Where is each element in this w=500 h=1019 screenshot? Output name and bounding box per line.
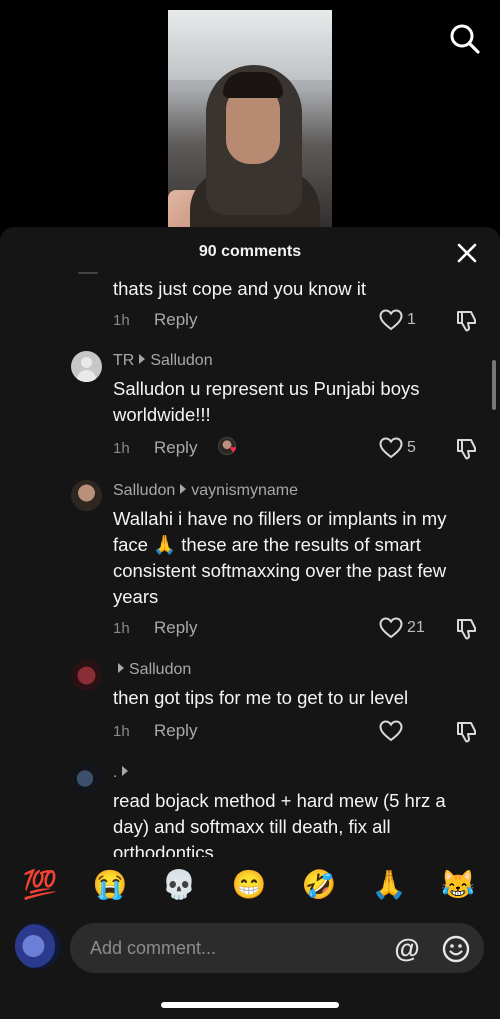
emoji-pray-button[interactable]: 🙏 bbox=[369, 865, 409, 905]
previous-comment-edge bbox=[78, 272, 98, 274]
search-icon[interactable] bbox=[448, 22, 482, 56]
video-person-hair bbox=[223, 72, 283, 98]
comments-sheet: 90 comments thats just cope and you know… bbox=[0, 227, 500, 1019]
comment-input[interactable] bbox=[90, 923, 380, 973]
like-heart-icon[interactable] bbox=[379, 720, 403, 742]
reply-to-name[interactable]: Salludon bbox=[150, 352, 212, 369]
avatar[interactable] bbox=[71, 480, 102, 511]
comment-text: then got tips for me to get to ur level bbox=[113, 687, 409, 708]
author-name[interactable]: TR bbox=[113, 352, 134, 369]
comment-text: read bojack method + hard mew (5 hrz a d… bbox=[113, 790, 446, 857]
creator-liked-badge: ♥ bbox=[218, 437, 244, 459]
like-heart-icon[interactable] bbox=[379, 437, 403, 459]
reply-to-name[interactable]: Salludon bbox=[129, 661, 191, 678]
comment-time: 1h bbox=[113, 723, 130, 740]
dislike-icon[interactable] bbox=[455, 617, 479, 641]
close-icon[interactable] bbox=[454, 240, 480, 266]
emoji-skull-button[interactable]: 💀 bbox=[159, 865, 199, 905]
reply-button[interactable]: Reply bbox=[154, 438, 197, 458]
emoji-cat-joy-button[interactable]: 😹 bbox=[438, 865, 478, 905]
comment-meta: 1h Reply 1 bbox=[113, 309, 493, 333]
like-count: 1 bbox=[407, 311, 416, 328]
reply-arrow-icon bbox=[180, 484, 187, 494]
like-heart-icon[interactable] bbox=[379, 309, 403, 331]
comment-author[interactable]: TR Salludon bbox=[113, 352, 213, 370]
reply-button[interactable]: Reply bbox=[154, 310, 197, 330]
dislike-icon[interactable] bbox=[455, 309, 479, 333]
comment-time: 1h bbox=[113, 312, 130, 329]
reply-button[interactable]: Reply bbox=[154, 721, 197, 741]
video-thumbnail[interactable] bbox=[168, 10, 332, 235]
creator-heart-icon: ♥ bbox=[230, 444, 237, 456]
comment-input-row: @ bbox=[0, 921, 500, 977]
comment-text: Salludon u represent us Punjabi boys wor… bbox=[113, 378, 420, 425]
comment-time: 1h bbox=[113, 620, 130, 637]
like-heart-icon[interactable] bbox=[379, 617, 403, 639]
my-avatar[interactable] bbox=[15, 923, 61, 969]
emoji-quick-bar: 💯 😭 💀 😁 🤣 🙏 😹 bbox=[0, 865, 500, 909]
comment-time: 1h bbox=[113, 440, 130, 457]
avatar[interactable] bbox=[71, 660, 102, 691]
avatar[interactable] bbox=[71, 351, 102, 382]
comment-meta: 1h Reply 21 bbox=[113, 617, 493, 641]
comment-author[interactable]: . bbox=[113, 764, 133, 782]
scrollbar[interactable] bbox=[492, 360, 496, 410]
comment-author[interactable]: Salludon vaynismyname bbox=[113, 482, 298, 500]
video-area[interactable] bbox=[0, 0, 500, 235]
author-name[interactable]: . bbox=[113, 764, 117, 781]
comments-count-title: 90 comments bbox=[198, 243, 302, 260]
mention-button[interactable]: @ bbox=[392, 934, 422, 964]
comment-meta: 1h Reply bbox=[113, 720, 493, 744]
emoji-hundred-button[interactable]: 💯 bbox=[20, 865, 60, 905]
comment-text: Wallahi i have no fillers or implants in… bbox=[113, 508, 447, 607]
author-name[interactable]: Salludon bbox=[113, 482, 175, 499]
dislike-icon[interactable] bbox=[455, 437, 479, 461]
comments-list[interactable]: thats just cope and you know it 1h Reply… bbox=[0, 267, 500, 857]
dislike-icon[interactable] bbox=[455, 720, 479, 744]
like-count: 5 bbox=[407, 439, 416, 456]
emoji-picker-icon[interactable] bbox=[441, 934, 471, 964]
home-indicator[interactable] bbox=[161, 1002, 339, 1008]
emoji-rofl-button[interactable]: 🤣 bbox=[299, 865, 339, 905]
reply-arrow-icon bbox=[122, 766, 129, 776]
emoji-grin-button[interactable]: 😁 bbox=[229, 865, 269, 905]
reply-button[interactable]: Reply bbox=[154, 618, 197, 638]
comment-text: thats just cope and you know it bbox=[113, 278, 366, 299]
comment-meta: 1h Reply ♥ 5 bbox=[113, 437, 493, 461]
reply-to-name[interactable]: vaynismyname bbox=[191, 482, 298, 499]
reply-arrow-icon bbox=[139, 354, 146, 364]
like-count: 21 bbox=[407, 619, 425, 636]
comment-box[interactable]: @ bbox=[70, 923, 484, 973]
reply-arrow-icon bbox=[118, 663, 124, 673]
comment-author[interactable]: Salludon bbox=[113, 661, 191, 679]
avatar[interactable] bbox=[71, 763, 102, 794]
emoji-sob-button[interactable]: 😭 bbox=[90, 865, 130, 905]
